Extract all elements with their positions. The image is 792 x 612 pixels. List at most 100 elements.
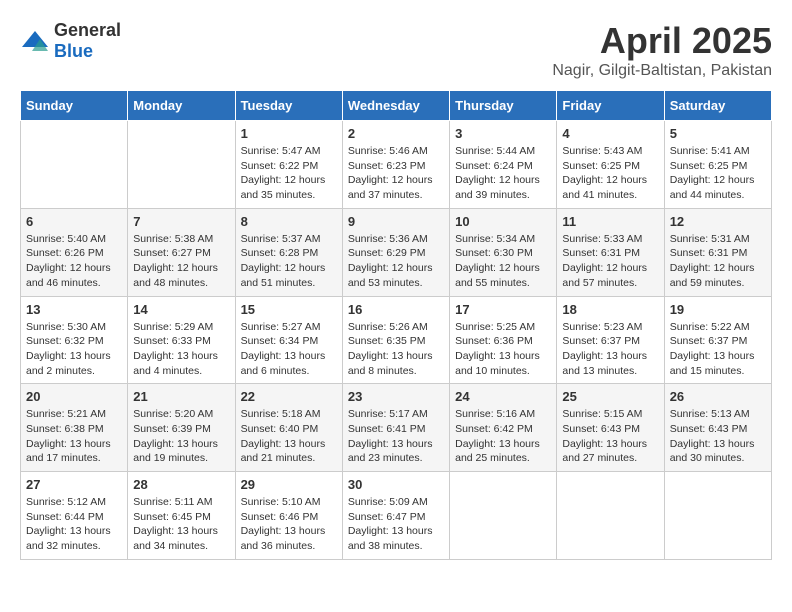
day-info: Sunrise: 5:43 AMSunset: 6:25 PMDaylight:…	[562, 144, 658, 203]
day-cell: 7 Sunrise: 5:38 AMSunset: 6:27 PMDaylight…	[128, 208, 235, 296]
day-cell: 22 Sunrise: 5:18 AMSunset: 6:40 PMDayligh…	[235, 384, 342, 472]
day-number: 3	[455, 126, 551, 141]
day-cell: 11 Sunrise: 5:33 AMSunset: 6:31 PMDayligh…	[557, 208, 664, 296]
week-row-4: 20 Sunrise: 5:21 AMSunset: 6:38 PMDayligh…	[21, 384, 772, 472]
month-title: April 2025	[552, 20, 772, 62]
day-info: Sunrise: 5:46 AMSunset: 6:23 PMDaylight:…	[348, 144, 444, 203]
day-number: 2	[348, 126, 444, 141]
day-number: 18	[562, 302, 658, 317]
week-row-1: 1 Sunrise: 5:47 AMSunset: 6:22 PMDaylight…	[21, 121, 772, 209]
day-number: 21	[133, 389, 229, 404]
day-info: Sunrise: 5:36 AMSunset: 6:29 PMDaylight:…	[348, 232, 444, 291]
day-cell: 8 Sunrise: 5:37 AMSunset: 6:28 PMDaylight…	[235, 208, 342, 296]
day-number: 15	[241, 302, 337, 317]
day-info: Sunrise: 5:47 AMSunset: 6:22 PMDaylight:…	[241, 144, 337, 203]
day-number: 13	[26, 302, 122, 317]
day-info: Sunrise: 5:38 AMSunset: 6:27 PMDaylight:…	[133, 232, 229, 291]
day-info: Sunrise: 5:37 AMSunset: 6:28 PMDaylight:…	[241, 232, 337, 291]
day-info: Sunrise: 5:26 AMSunset: 6:35 PMDaylight:…	[348, 320, 444, 379]
day-number: 19	[670, 302, 766, 317]
day-info: Sunrise: 5:25 AMSunset: 6:36 PMDaylight:…	[455, 320, 551, 379]
day-number: 28	[133, 477, 229, 492]
day-cell: 25 Sunrise: 5:15 AMSunset: 6:43 PMDayligh…	[557, 384, 664, 472]
day-info: Sunrise: 5:11 AMSunset: 6:45 PMDaylight:…	[133, 495, 229, 554]
day-cell	[450, 472, 557, 560]
day-info: Sunrise: 5:41 AMSunset: 6:25 PMDaylight:…	[670, 144, 766, 203]
day-number: 22	[241, 389, 337, 404]
day-info: Sunrise: 5:22 AMSunset: 6:37 PMDaylight:…	[670, 320, 766, 379]
day-number: 17	[455, 302, 551, 317]
day-info: Sunrise: 5:44 AMSunset: 6:24 PMDaylight:…	[455, 144, 551, 203]
day-cell	[128, 121, 235, 209]
day-cell: 15 Sunrise: 5:27 AMSunset: 6:34 PMDayligh…	[235, 296, 342, 384]
day-cell: 1 Sunrise: 5:47 AMSunset: 6:22 PMDaylight…	[235, 121, 342, 209]
day-number: 11	[562, 214, 658, 229]
day-number: 16	[348, 302, 444, 317]
day-cell: 20 Sunrise: 5:21 AMSunset: 6:38 PMDayligh…	[21, 384, 128, 472]
day-number: 9	[348, 214, 444, 229]
day-number: 4	[562, 126, 658, 141]
day-cell: 16 Sunrise: 5:26 AMSunset: 6:35 PMDayligh…	[342, 296, 449, 384]
day-info: Sunrise: 5:10 AMSunset: 6:46 PMDaylight:…	[241, 495, 337, 554]
day-cell: 9 Sunrise: 5:36 AMSunset: 6:29 PMDaylight…	[342, 208, 449, 296]
day-info: Sunrise: 5:29 AMSunset: 6:33 PMDaylight:…	[133, 320, 229, 379]
day-number: 24	[455, 389, 551, 404]
week-row-5: 27Sunrise: 5:12 AMSunset: 6:44 PMDayligh…	[21, 472, 772, 560]
location-title: Nagir, Gilgit-Baltistan, Pakistan	[552, 62, 772, 80]
day-header-thursday: Thursday	[450, 91, 557, 121]
day-number: 26	[670, 389, 766, 404]
day-cell: 17 Sunrise: 5:25 AMSunset: 6:36 PMDayligh…	[450, 296, 557, 384]
logo-general: General	[54, 20, 121, 40]
day-cell: 21 Sunrise: 5:20 AMSunset: 6:39 PMDayligh…	[128, 384, 235, 472]
day-number: 7	[133, 214, 229, 229]
day-number: 12	[670, 214, 766, 229]
day-info: Sunrise: 5:21 AMSunset: 6:38 PMDaylight:…	[26, 407, 122, 466]
day-cell: 23 Sunrise: 5:17 AMSunset: 6:41 PMDayligh…	[342, 384, 449, 472]
day-info: Sunrise: 5:20 AMSunset: 6:39 PMDaylight:…	[133, 407, 229, 466]
day-cell: 6Sunrise: 5:40 AMSunset: 6:26 PMDaylight…	[21, 208, 128, 296]
logo-blue: Blue	[54, 41, 93, 61]
day-number: 20	[26, 389, 122, 404]
day-header-sunday: Sunday	[21, 91, 128, 121]
day-info: Sunrise: 5:17 AMSunset: 6:41 PMDaylight:…	[348, 407, 444, 466]
calendar-table: SundayMondayTuesdayWednesdayThursdayFrid…	[20, 90, 772, 560]
day-cell: 30Sunrise: 5:09 AMSunset: 6:47 PMDayligh…	[342, 472, 449, 560]
day-number: 5	[670, 126, 766, 141]
day-cell: 5 Sunrise: 5:41 AMSunset: 6:25 PMDaylight…	[664, 121, 771, 209]
day-info: Sunrise: 5:23 AMSunset: 6:37 PMDaylight:…	[562, 320, 658, 379]
day-number: 8	[241, 214, 337, 229]
day-cell: 24 Sunrise: 5:16 AMSunset: 6:42 PMDayligh…	[450, 384, 557, 472]
day-number: 10	[455, 214, 551, 229]
day-header-tuesday: Tuesday	[235, 91, 342, 121]
day-info: Sunrise: 5:16 AMSunset: 6:42 PMDaylight:…	[455, 407, 551, 466]
day-info: Sunrise: 5:27 AMSunset: 6:34 PMDaylight:…	[241, 320, 337, 379]
day-cell: 3 Sunrise: 5:44 AMSunset: 6:24 PMDaylight…	[450, 121, 557, 209]
day-info: Sunrise: 5:33 AMSunset: 6:31 PMDaylight:…	[562, 232, 658, 291]
day-cell	[664, 472, 771, 560]
week-row-2: 6Sunrise: 5:40 AMSunset: 6:26 PMDaylight…	[21, 208, 772, 296]
day-info: Sunrise: 5:40 AMSunset: 6:26 PMDaylight:…	[26, 232, 122, 291]
day-number: 29	[241, 477, 337, 492]
day-number: 25	[562, 389, 658, 404]
day-cell	[21, 121, 128, 209]
logo-icon	[20, 29, 50, 53]
day-cell: 10 Sunrise: 5:34 AMSunset: 6:30 PMDayligh…	[450, 208, 557, 296]
day-cell: 26Sunrise: 5:13 AMSunset: 6:43 PMDayligh…	[664, 384, 771, 472]
day-cell: 4 Sunrise: 5:43 AMSunset: 6:25 PMDaylight…	[557, 121, 664, 209]
logo-text: General Blue	[54, 20, 121, 62]
day-cell: 12Sunrise: 5:31 AMSunset: 6:31 PMDayligh…	[664, 208, 771, 296]
week-row-3: 13Sunrise: 5:30 AMSunset: 6:32 PMDayligh…	[21, 296, 772, 384]
day-cell: 2 Sunrise: 5:46 AMSunset: 6:23 PMDaylight…	[342, 121, 449, 209]
title-section: April 2025 Nagir, Gilgit-Baltistan, Paki…	[552, 20, 772, 80]
day-info: Sunrise: 5:09 AMSunset: 6:47 PMDaylight:…	[348, 495, 444, 554]
day-info: Sunrise: 5:34 AMSunset: 6:30 PMDaylight:…	[455, 232, 551, 291]
day-info: Sunrise: 5:18 AMSunset: 6:40 PMDaylight:…	[241, 407, 337, 466]
day-number: 1	[241, 126, 337, 141]
day-cell	[557, 472, 664, 560]
day-cell: 13Sunrise: 5:30 AMSunset: 6:32 PMDayligh…	[21, 296, 128, 384]
header-row: SundayMondayTuesdayWednesdayThursdayFrid…	[21, 91, 772, 121]
day-number: 23	[348, 389, 444, 404]
day-info: Sunrise: 5:15 AMSunset: 6:43 PMDaylight:…	[562, 407, 658, 466]
day-number: 14	[133, 302, 229, 317]
day-cell: 29 Sunrise: 5:10 AMSunset: 6:46 PMDayligh…	[235, 472, 342, 560]
